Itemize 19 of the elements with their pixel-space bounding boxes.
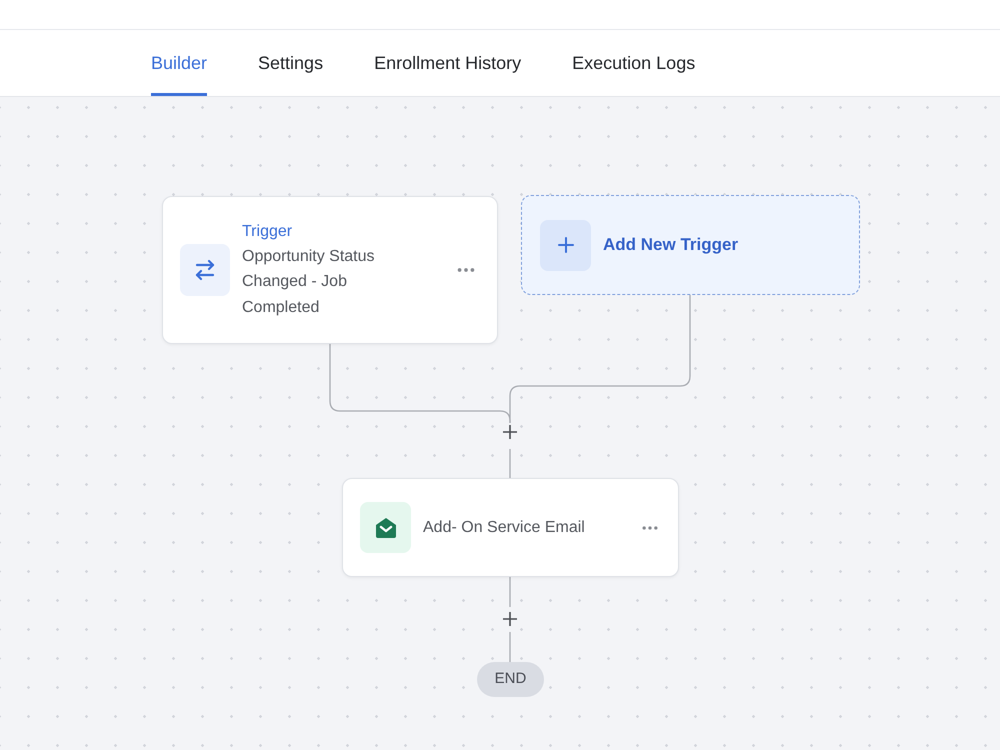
plus-icon[interactable]: [503, 612, 517, 626]
connector-line: [509, 632, 511, 662]
tab[interactable]: Settings: [258, 30, 324, 96]
swap-arrows-icon: [180, 244, 230, 296]
trigger-card[interactable]: Trigger Opportunity Status Changed - Job Completed: [162, 196, 498, 344]
end-pill: END: [477, 662, 544, 697]
action-label: Add- On Service Email: [423, 518, 585, 538]
add-trigger-card[interactable]: Add New Trigger: [521, 195, 860, 295]
tab[interactable]: Enrollment History: [374, 30, 522, 96]
tab[interactable]: Execution Logs: [572, 30, 696, 96]
plus-icon[interactable]: [503, 425, 517, 439]
connector-line: [509, 577, 511, 607]
trigger-description: Opportunity Status Changed - Job Completed: [242, 246, 376, 318]
add-trigger-label: Add New Trigger: [603, 234, 738, 256]
plus-icon: [540, 220, 591, 270]
connector-line: [509, 449, 511, 478]
action-card[interactable]: Add- On Service Email: [342, 478, 679, 577]
open-envelope-icon: [360, 502, 411, 553]
trigger-title: Trigger: [242, 222, 294, 242]
